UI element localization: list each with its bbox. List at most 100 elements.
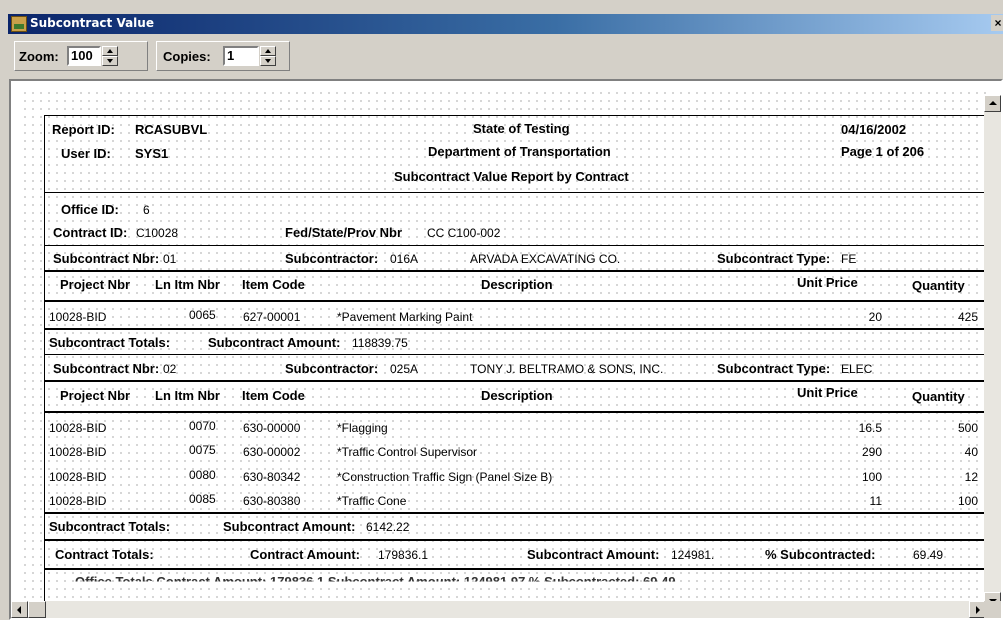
sub-type-label: Subcontract Type: [717,251,831,266]
user-id-label: User ID: [61,146,111,161]
zoom-input[interactable]: 100 [67,46,101,66]
quantity: 500 [957,421,978,435]
sub-amount-label: Subcontract Amount: [223,519,356,534]
contract-sub-amount-label: Subcontract Amount: [527,547,660,562]
divider [45,380,990,382]
quantity: 425 [957,310,978,324]
item-code: 630-00000 [243,421,301,435]
sub-totals-label: Subcontract Totals: [49,519,171,534]
horizontal-scrollbar[interactable] [11,601,986,618]
contract-sub-amount: 124981. [671,548,715,562]
sub-amount: 6142.22 [366,520,410,534]
divider [45,512,990,514]
ln-itm-nbr: 0080 [189,468,216,482]
divider [45,539,990,541]
report-title: Subcontract Value Report by Contract [394,169,629,184]
report-frame: Report ID: RCASUBVL User ID: SYS1 State … [44,115,990,615]
sub-amount: 118839.75 [352,336,408,350]
col-description-header: Description [481,277,553,292]
office-id: 6 [143,203,150,217]
item-code: 630-80342 [243,470,301,484]
quantity: 12 [964,470,978,484]
copies-control: Copies: 1 [156,41,290,71]
project-nbr: 10028-BID [49,310,107,324]
copies-up-arrow-icon[interactable] [260,46,276,56]
divider [45,300,990,302]
subcontractor-name: ARVADA EXCAVATING CO. [470,252,621,266]
divider [45,354,990,355]
resize-grip-icon[interactable] [984,601,1001,618]
col-quantity-header: Quantity [912,278,965,293]
col-unit-price-header: Unit Price [797,275,858,290]
copies-spinner[interactable] [260,46,276,66]
copies-down-arrow-icon[interactable] [260,56,276,66]
item-description: *Pavement Marking Paint [337,310,473,324]
report-id: RCASUBVL [135,122,208,137]
sub-nbr: 01 [163,252,177,266]
item-code: 630-00002 [243,445,301,459]
user-id: SYS1 [135,146,169,161]
col-ln-itm-header: Ln Itm Nbr [155,388,220,403]
close-button[interactable]: × [991,15,1003,31]
contract-id-label: Contract ID: [53,225,128,240]
col-unit-price-header: Unit Price [797,385,858,400]
zoom-label: Zoom: [19,49,59,64]
col-ln-itm-header: Ln Itm Nbr [155,277,220,292]
item-description: *Flagging [337,421,388,435]
sub-type: ELEC [841,362,873,376]
zoom-control: Zoom: 100 [14,41,148,71]
pct-subcontracted-label: % Subcontracted: [765,547,876,562]
col-description-header: Description [481,388,553,403]
col-item-code-header: Item Code [242,388,305,403]
unit-price: 16.5 [858,421,882,435]
divider [45,245,990,246]
subcontractor-code: 016A [390,252,419,266]
title-bar: Subcontract Value × [8,14,1003,34]
item-description: *Construction Traffic Sign (Panel Size B… [337,470,553,484]
zoom-up-arrow-icon[interactable] [102,46,118,56]
office-totals-row: Office Totals Contract Amount: 179836.1 … [75,574,676,589]
sub-totals-label: Subcontract Totals: [49,335,171,350]
app-icon [11,16,27,32]
fed-value: CC C100-002 [427,226,501,240]
divider [45,270,990,272]
ln-itm-nbr: 0070 [189,419,216,433]
pct-subcontracted: 69.49 [913,548,944,562]
sub-nbr-label: Subcontract Nbr: [53,361,160,376]
divider [45,328,990,330]
sub-amount-label: Subcontract Amount: [208,335,341,350]
item-description: *Traffic Control Supervisor [337,445,478,459]
col-project-header: Project Nbr [60,277,131,292]
office-id-label: Office ID: [61,202,119,217]
col-quantity-header: Quantity [912,389,965,404]
zoom-down-arrow-icon[interactable] [102,56,118,66]
horizontal-scroll-thumb[interactable] [28,601,46,618]
org-line-1: State of Testing [473,121,570,136]
subcontractor-label: Subcontractor: [285,361,379,376]
item-description: *Traffic Cone [337,494,407,508]
sub-nbr-label: Subcontract Nbr: [53,251,160,266]
scroll-left-arrow-icon[interactable] [11,601,28,618]
unit-price: 290 [861,445,882,459]
project-nbr: 10028-BID [49,421,107,435]
divider [45,411,990,413]
col-item-code-header: Item Code [242,277,305,292]
copies-input[interactable]: 1 [223,46,259,66]
item-code: 627-00001 [243,310,301,324]
unit-price: 20 [868,310,882,324]
page-indicator: Page 1 of 206 [841,144,925,159]
unit-price: 11 [869,494,882,508]
ln-itm-nbr: 0065 [189,308,216,322]
scroll-up-arrow-icon[interactable] [984,95,1001,112]
project-nbr: 10028-BID [49,445,107,459]
project-nbr: 10028-BID [49,470,107,484]
zoom-spinner[interactable] [102,46,118,66]
report-preview: Report ID: RCASUBVL User ID: SYS1 State … [9,79,1003,620]
org-line-2: Department of Transportation [428,144,611,159]
item-code: 630-80380 [243,494,301,508]
contract-amount: 179836.1 [378,548,429,562]
project-nbr: 10028-BID [49,494,107,508]
window-title: Subcontract Value [30,16,154,30]
divider [45,568,990,570]
vertical-scrollbar[interactable] [984,95,1001,609]
